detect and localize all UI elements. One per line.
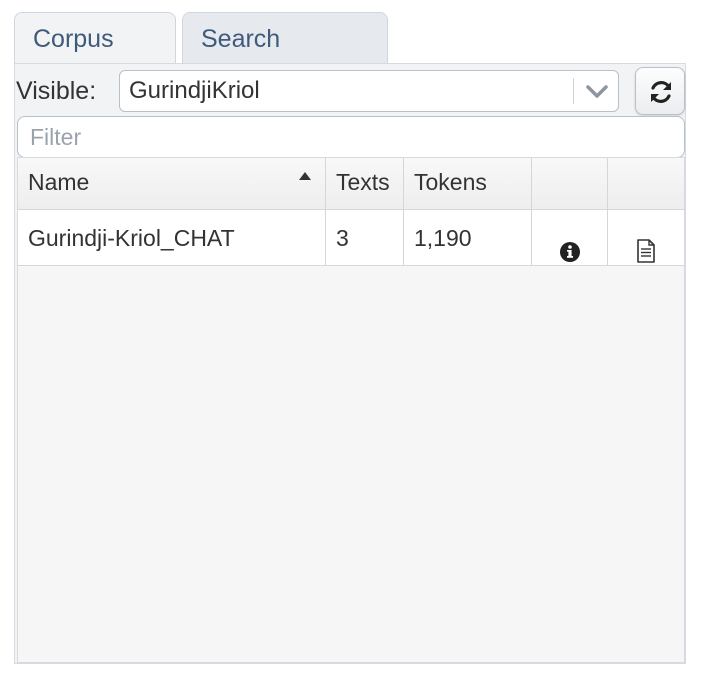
document-icon[interactable] xyxy=(635,227,657,263)
corpus-panel: Corpus List Search Options Visible: Guri… xyxy=(14,12,686,664)
table-row[interactable]: Gurindji-Kriol_CHAT 3 1,190 xyxy=(18,210,684,266)
select-divider xyxy=(573,78,574,104)
row-texts: 3 xyxy=(326,210,404,265)
tab-bar: Corpus List Search Options xyxy=(14,12,686,105)
refresh-button[interactable] xyxy=(635,67,685,115)
row-tokens: 1,190 xyxy=(404,210,532,265)
corpus-table: Name Texts Tokens Gurindji-Kriol_CHAT 3 … xyxy=(17,157,685,663)
column-header-tokens[interactable]: Tokens xyxy=(404,158,532,209)
column-header-info xyxy=(532,158,608,209)
chevron-down-icon[interactable] xyxy=(584,80,610,102)
table-header: Name Texts Tokens xyxy=(18,158,684,210)
visible-select-value: GurindjiKriol xyxy=(129,77,260,104)
refresh-icon xyxy=(651,81,671,103)
row-document-cell xyxy=(608,210,684,265)
sort-ascending-icon xyxy=(299,172,311,180)
row-name: Gurindji-Kriol_CHAT xyxy=(18,210,326,265)
visible-select[interactable]: GurindjiKriol xyxy=(119,70,619,112)
tab-corpus-list[interactable]: Corpus List xyxy=(14,12,176,105)
column-header-texts[interactable]: Texts xyxy=(326,158,404,209)
column-header-name-label: Name xyxy=(28,169,90,195)
column-header-name[interactable]: Name xyxy=(18,158,326,209)
info-icon[interactable] xyxy=(559,227,581,262)
column-header-document xyxy=(608,158,684,209)
filter-input[interactable] xyxy=(17,116,685,158)
row-info-cell xyxy=(532,210,608,265)
visible-label: Visible: xyxy=(16,77,97,105)
tab-search-options[interactable]: Search Options xyxy=(182,12,388,105)
tab-content: Visible: GurindjiKriol Name xyxy=(14,63,686,664)
